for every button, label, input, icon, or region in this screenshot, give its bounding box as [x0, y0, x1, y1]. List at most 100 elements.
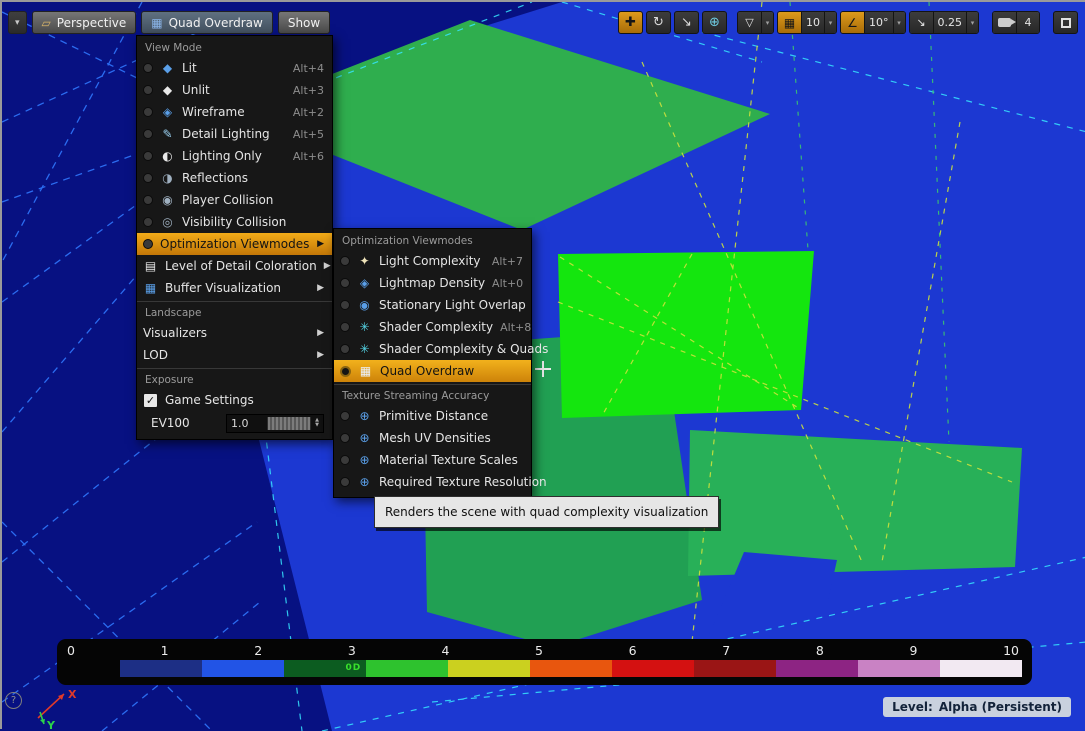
move-tool-button[interactable]: ✚	[618, 11, 643, 34]
menu-item-material-texture-scales[interactable]: ⊕ Material Texture Scales	[334, 449, 531, 471]
scale-tool-button[interactable]: ↘	[674, 11, 699, 34]
camera-speed-button[interactable]	[993, 12, 1016, 33]
ev100-row: EV100 1.0 ▲▼	[137, 411, 332, 435]
scale-snap-toggle[interactable]: ↘	[910, 12, 933, 33]
scale-snap-icon: ↘	[916, 16, 925, 29]
menu-item-lod[interactable]: LOD ▶	[137, 344, 332, 366]
axis-y-label: Y	[46, 719, 56, 730]
menu-item-light-complexity[interactable]: ✦ Light Complexity Alt+7	[334, 250, 531, 272]
menu-item-game-settings[interactable]: ✓ Game Settings	[137, 389, 332, 411]
submenu-arrow-icon: ▶	[317, 239, 324, 249]
radio-dot	[340, 433, 350, 443]
menu-item-visualizers[interactable]: Visualizers ▶	[137, 322, 332, 344]
mesh-uv-densities-icon: ⊕	[357, 432, 372, 444]
game-settings-checkbox[interactable]: ✓	[143, 393, 158, 408]
perspective-icon: ▱	[42, 17, 51, 29]
menu-item-detail-lighting[interactable]: ✎ Detail Lighting Alt+5	[137, 123, 332, 145]
viewport-options-button[interactable]: ▾	[8, 11, 27, 34]
primitive-distance-icon: ⊕	[357, 410, 372, 422]
radio-dot	[340, 455, 350, 465]
radio-dot	[340, 300, 350, 310]
grid-snap-icon: ▦	[784, 16, 795, 30]
radio-dot	[143, 151, 153, 161]
rotation-snap-toggle[interactable]: ∠	[841, 12, 864, 33]
camera-speed-value[interactable]: 4	[1016, 12, 1039, 33]
rotation-snap-value[interactable]: 10°	[864, 12, 893, 33]
overdraw-legend: 012345678910 0D	[57, 639, 1032, 685]
camera-icon	[998, 18, 1011, 27]
caret-down-icon: ▾	[971, 19, 975, 27]
maximize-viewport-button[interactable]	[1053, 11, 1078, 34]
menu-item-player-collision[interactable]: ◉ Player Collision	[137, 189, 332, 211]
menu-item-optimization-viewmodes[interactable]: Optimization Viewmodes ▶	[137, 233, 332, 255]
radio-dot-selected	[340, 366, 351, 377]
ev100-slider[interactable]: 1.0 ▲▼	[226, 414, 324, 433]
radio-dot	[143, 217, 153, 227]
show-button[interactable]: Show	[278, 11, 330, 34]
level-value: Alpha (Persistent)	[939, 700, 1062, 714]
viewmode-grid-icon: ▦	[151, 17, 162, 29]
grid-snap-dropdown[interactable]: ▾	[824, 12, 836, 33]
scale-snap-dropdown[interactable]: ▾	[966, 12, 978, 33]
radio-dot	[143, 63, 153, 73]
menu-item-required-texture-resolution[interactable]: ⊕ Required Texture Resolution	[334, 471, 531, 493]
menu-item-lighting-only[interactable]: ◐ Lighting Only Alt+6	[137, 145, 332, 167]
submenu-arrow-icon: ▶	[324, 261, 331, 271]
legend-bar: 0D	[120, 660, 1022, 677]
surface-snap-dropdown[interactable]: ▾	[761, 12, 773, 33]
viewport-toolbar-right: ✚ ↻ ↘ ⊕ ▽ ▾ ▦ 10 ▾ ∠ 10° ▾ ↘	[618, 11, 1078, 34]
submenu-arrow-icon: ▶	[317, 328, 324, 338]
surface-snap-button[interactable]: ▽	[738, 12, 761, 33]
axis-x-label: X	[68, 688, 77, 701]
radio-dot	[340, 278, 350, 288]
menu-item-primitive-distance[interactable]: ⊕ Primitive Distance	[334, 405, 531, 427]
menu-item-stationary-light-overlap[interactable]: ◉ Stationary Light Overlap	[334, 294, 531, 316]
menu-item-lod-coloration[interactable]: ▤ Level of Detail Coloration ▶	[137, 255, 332, 277]
help-icon[interactable]: ?	[5, 692, 22, 709]
menu-item-lit[interactable]: ◆ Lit Alt+4	[137, 57, 332, 79]
shader-complexity-icon: ✳	[357, 321, 372, 333]
player-collision-icon: ◉	[160, 194, 175, 206]
lod-coloration-icon: ▤	[143, 260, 158, 272]
legend-segment	[612, 660, 694, 677]
scale-snap-value[interactable]: 0.25	[933, 12, 967, 33]
axis-gizmo: X Y	[28, 686, 84, 730]
viewmode-button[interactable]: ▦ Quad Overdraw	[141, 11, 273, 34]
rotation-snap-dropdown[interactable]: ▾	[893, 12, 905, 33]
grid-snap-value[interactable]: 10	[801, 12, 824, 33]
quad-overdraw-icon: ▦	[358, 365, 373, 377]
ev100-slider-handle[interactable]	[267, 417, 311, 430]
texture-streaming-accuracy-header: Texture Streaming Accuracy	[334, 384, 531, 405]
shader-complexity-quads-icon: ✳	[357, 343, 372, 355]
scale-icon: ↘	[681, 15, 692, 30]
menu-item-visibility-collision[interactable]: ◎ Visibility Collision	[137, 211, 332, 233]
rotate-tool-button[interactable]: ↻	[646, 11, 671, 34]
menu-item-unlit[interactable]: ◆ Unlit Alt+3	[137, 79, 332, 101]
legend-tick: 3	[348, 643, 356, 658]
perspective-button[interactable]: ▱ Perspective	[32, 11, 137, 34]
grid-snap-toggle[interactable]: ▦	[778, 12, 801, 33]
ev100-value: 1.0	[227, 417, 253, 430]
menu-item-reflections[interactable]: ◑ Reflections	[137, 167, 332, 189]
legend-segment	[120, 660, 202, 677]
radio-dot	[143, 85, 153, 95]
surface-snap-icon: ▽	[745, 16, 753, 29]
menu-item-shader-complexity-quads[interactable]: ✳ Shader Complexity & Quads	[334, 338, 531, 360]
radio-dot	[143, 173, 153, 183]
rotation-snap-group: ∠ 10° ▾	[840, 11, 906, 34]
visibility-collision-icon: ◎	[160, 216, 175, 228]
menu-item-wireframe[interactable]: ◈ Wireframe Alt+2	[137, 101, 332, 123]
world-local-toggle-button[interactable]: ⊕	[702, 11, 727, 34]
menu-item-lightmap-density[interactable]: ◈ Lightmap Density Alt+0	[334, 272, 531, 294]
menu-item-shader-complexity[interactable]: ✳ Shader Complexity Alt+8	[334, 316, 531, 338]
menu-item-quad-overdraw[interactable]: ▦ Quad Overdraw	[334, 360, 531, 382]
menu-item-mesh-uv-densities[interactable]: ⊕ Mesh UV Densities	[334, 427, 531, 449]
menu-item-buffer-visualization[interactable]: ▦ Buffer Visualization ▶	[137, 277, 332, 299]
caret-down-icon: ▾	[766, 19, 770, 27]
ev100-spinner[interactable]: ▲▼	[311, 418, 323, 428]
view-mode-menu: View Mode ◆ Lit Alt+4 ◆ Unlit Alt+3 ◈ Wi…	[136, 35, 333, 440]
legend-tick: 8	[816, 643, 824, 658]
legend-tick: 0	[67, 643, 75, 658]
legend-tick: 2	[254, 643, 262, 658]
radio-dot	[340, 477, 350, 487]
